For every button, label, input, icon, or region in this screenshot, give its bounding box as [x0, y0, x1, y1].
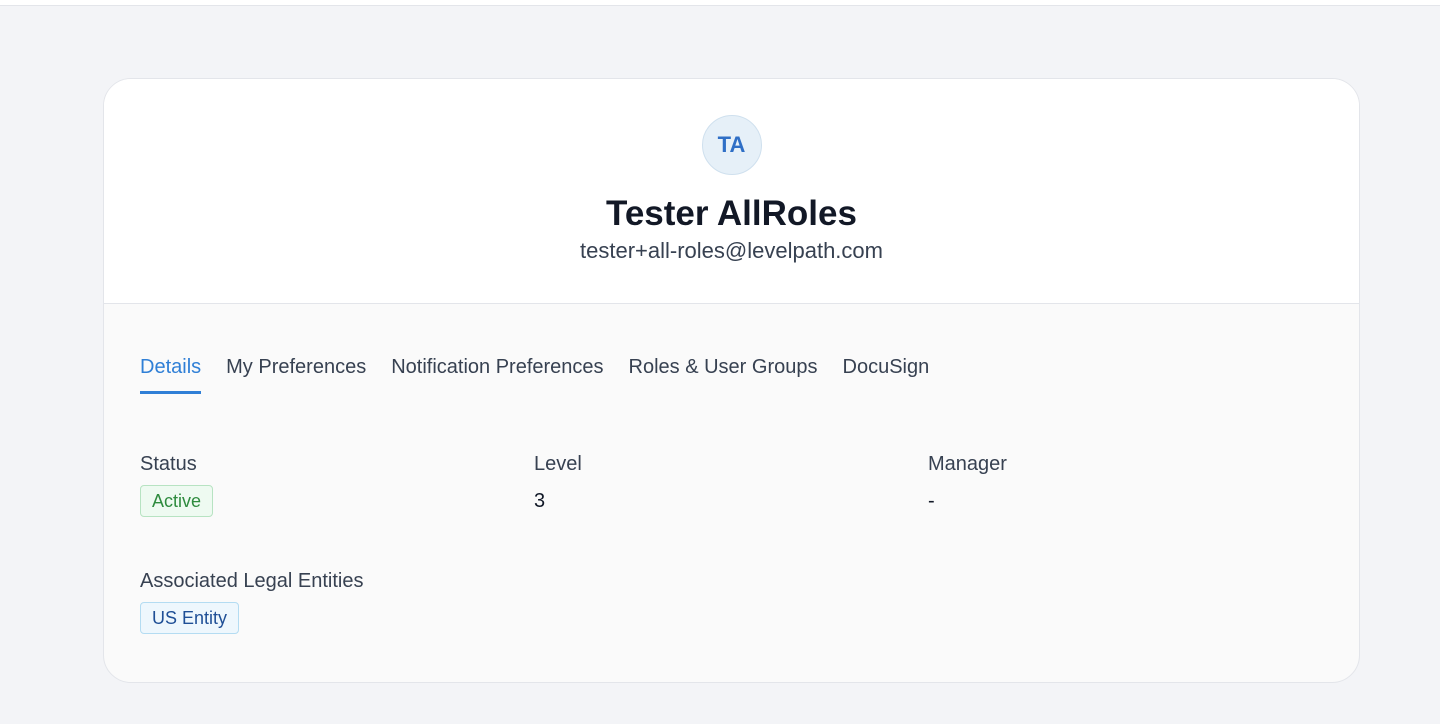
manager-label: Manager — [928, 453, 1007, 475]
profile-tabs: Details My Preferences Notification Pref… — [140, 355, 954, 394]
profile-card: TA Tester AllRoles tester+all-roles@leve… — [103, 78, 1360, 683]
manager-field: Manager - — [928, 452, 1007, 513]
level-field: Level 3 — [534, 452, 582, 513]
profile-header: TA Tester AllRoles tester+all-roles@leve… — [104, 79, 1359, 304]
tab-roles-user-groups[interactable]: Roles & User Groups — [629, 355, 818, 394]
tab-docusign[interactable]: DocuSign — [843, 355, 930, 394]
avatar: TA — [701, 115, 762, 175]
profile-name: Tester AllRoles — [606, 194, 857, 233]
legal-entities-field: Associated Legal Entities US Entity — [140, 569, 363, 634]
status-field: Status Active — [140, 452, 214, 517]
status-badge: Active — [140, 485, 214, 517]
tab-details[interactable]: Details — [140, 355, 202, 394]
profile-email: tester+all-roles@levelpath.com — [580, 238, 883, 263]
manager-value: - — [928, 490, 935, 512]
tab-my-preferences[interactable]: My Preferences — [226, 355, 366, 394]
tab-notification-preferences[interactable]: Notification Preferences — [391, 355, 603, 394]
status-label: Status — [140, 453, 197, 475]
level-label: Level — [534, 453, 582, 475]
level-value: 3 — [534, 490, 546, 512]
top-header-bar — [0, 0, 1440, 6]
legal-entities-label: Associated Legal Entities — [140, 570, 364, 592]
legal-entity-badge: US Entity — [140, 602, 240, 634]
